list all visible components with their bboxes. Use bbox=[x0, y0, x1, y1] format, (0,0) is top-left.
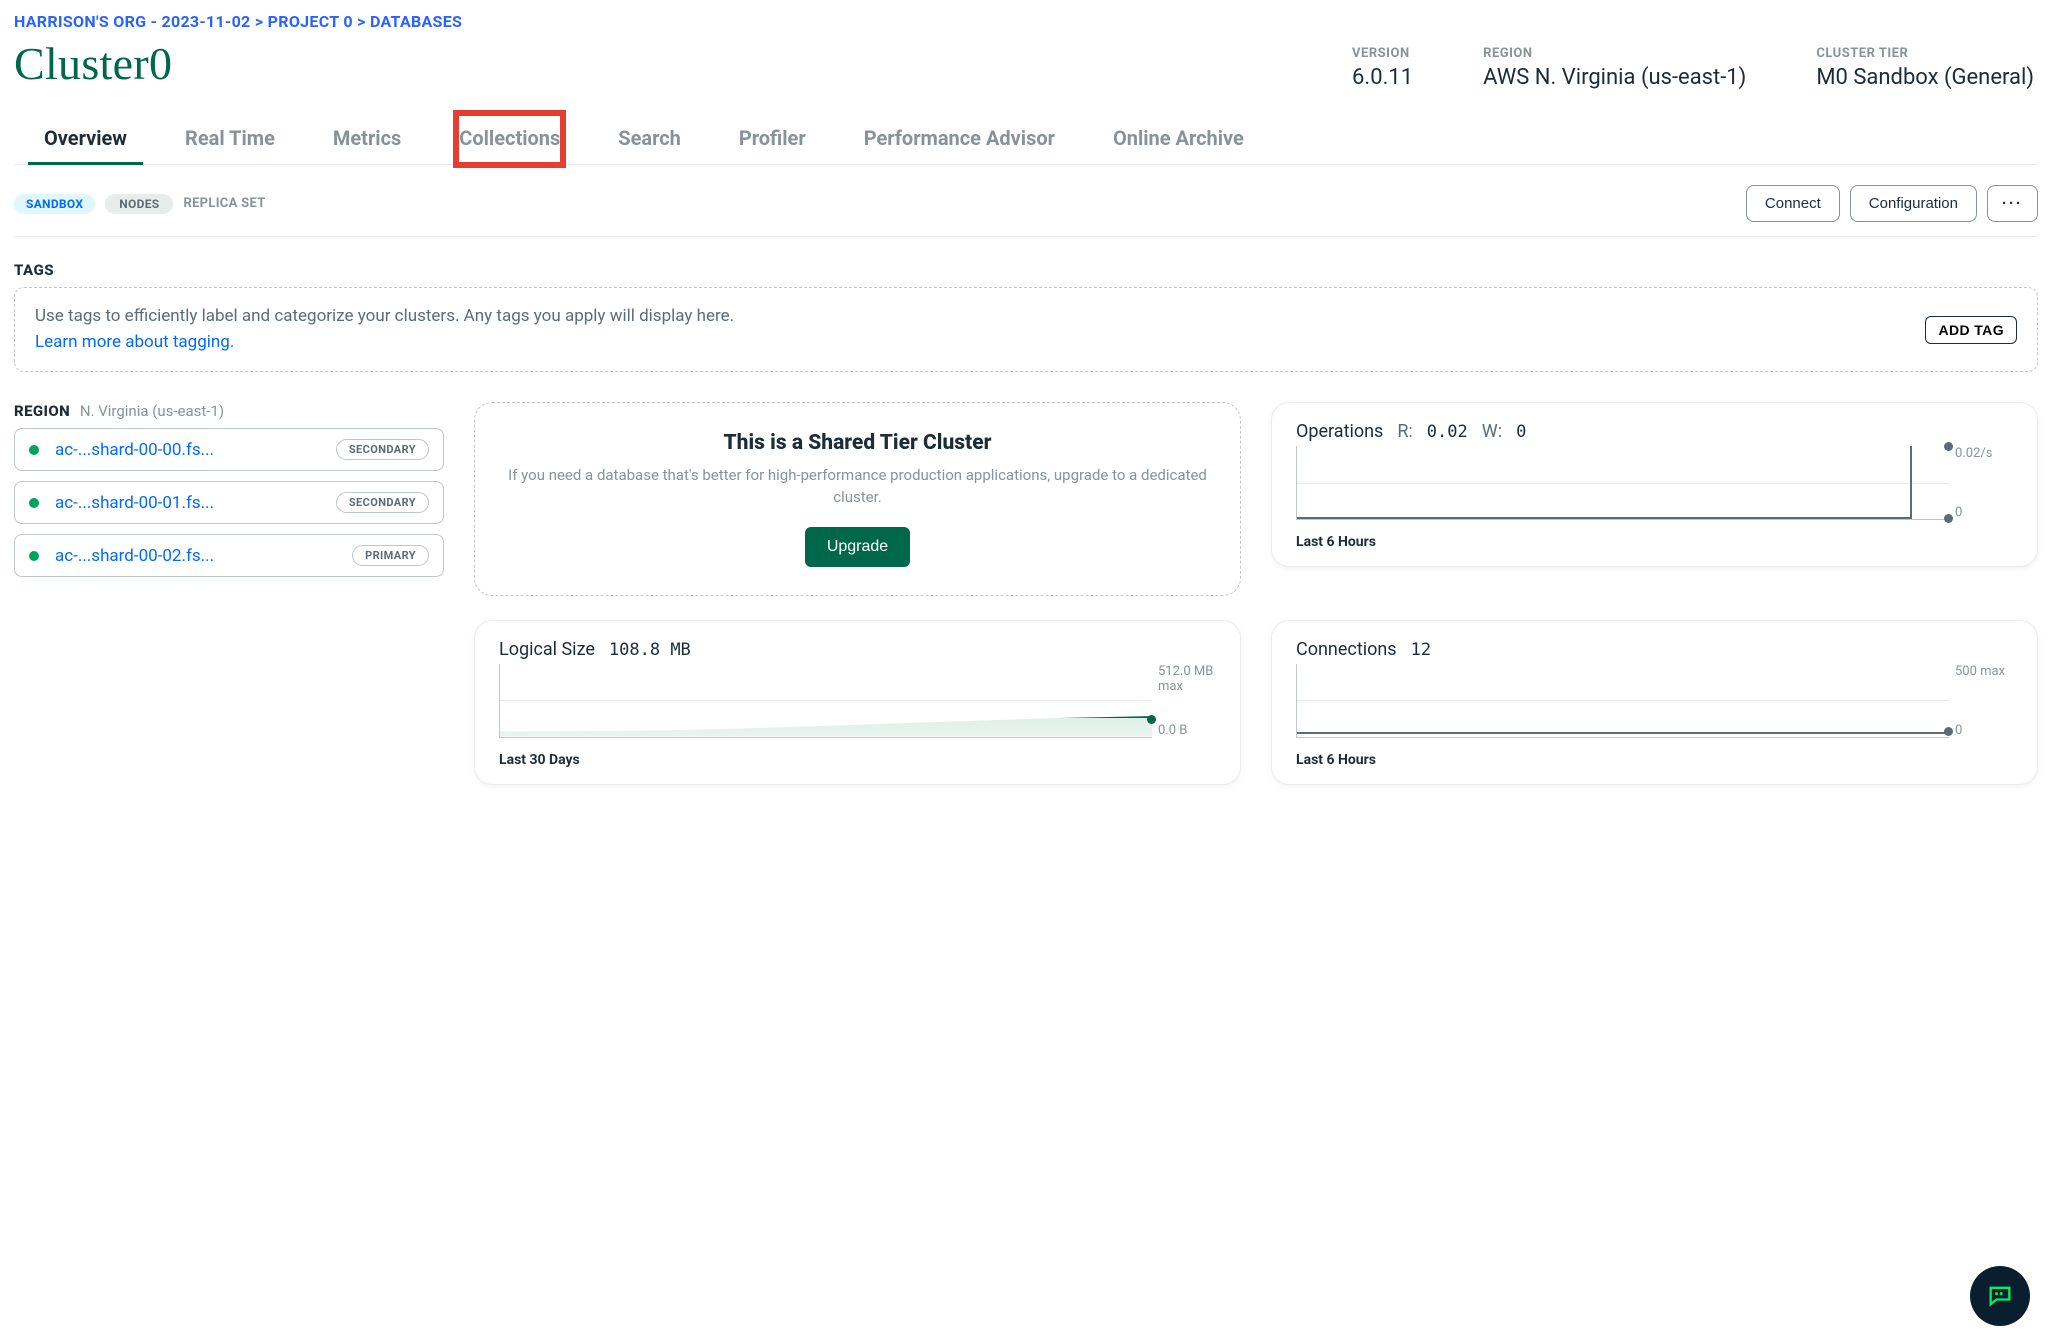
more-actions-button[interactable]: ··· bbox=[1987, 185, 2038, 222]
chart-title: Operations bbox=[1296, 421, 1383, 442]
node-name[interactable]: ac-...shard-00-00.fs... bbox=[55, 440, 214, 460]
cluster-meta: VERSION 6.0.11 REGION AWS N. Virginia (u… bbox=[1352, 46, 2038, 90]
breadcrumb-project[interactable]: PROJECT 0 bbox=[268, 12, 353, 31]
status-dot-icon bbox=[29, 551, 39, 561]
chart-title: Logical Size bbox=[499, 639, 595, 660]
breadcrumb-section[interactable]: DATABASES bbox=[370, 12, 462, 31]
replica-set-label: REPLICA SET bbox=[183, 196, 265, 211]
y-top: 512.0 MB max bbox=[1158, 664, 1216, 694]
tab-collections[interactable]: Collections bbox=[457, 114, 562, 164]
logical-size-chart[interactable]: Logical Size 108.8 MB 512.0 MB max 0.0 B… bbox=[474, 620, 1241, 785]
chart-range: Last 6 Hours bbox=[1296, 534, 2013, 550]
chart-range: Last 30 Days bbox=[499, 752, 1216, 768]
tags-box: Use tags to efficiently label and catego… bbox=[14, 287, 2038, 372]
tags-learn-more-link[interactable]: Learn more about tagging. bbox=[35, 332, 234, 352]
tab-metrics[interactable]: Metrics bbox=[331, 114, 403, 164]
version-label: VERSION bbox=[1352, 46, 1413, 61]
shared-tier-desc: If you need a database that's better for… bbox=[505, 465, 1210, 509]
chart-area bbox=[1296, 664, 1949, 738]
shared-tier-card: This is a Shared Tier Cluster If you nee… bbox=[474, 402, 1241, 596]
y-top: 0.02/s bbox=[1955, 446, 2013, 461]
add-tag-button[interactable]: ADD TAG bbox=[1925, 316, 2017, 344]
node-name[interactable]: ac-...shard-00-02.fs... bbox=[55, 546, 214, 566]
connect-button[interactable]: Connect bbox=[1746, 185, 1840, 222]
chart-title: Connections bbox=[1296, 639, 1397, 660]
breadcrumb[interactable]: HARRISON'S ORG - 2023-11-02 > PROJECT 0 … bbox=[14, 12, 2038, 31]
badge-sandbox: SANDBOX bbox=[14, 194, 95, 214]
node-role: SECONDARY bbox=[336, 439, 429, 460]
shared-tier-title: This is a Shared Tier Cluster bbox=[505, 431, 1210, 455]
tab-search[interactable]: Search bbox=[616, 114, 683, 164]
status-dot-icon bbox=[29, 445, 39, 455]
status-dot-icon bbox=[29, 498, 39, 508]
tags-text: Use tags to efficiently label and catego… bbox=[35, 306, 734, 326]
configuration-button[interactable]: Configuration bbox=[1850, 185, 1977, 222]
region-label: REGION bbox=[1483, 46, 1746, 61]
y-bottom: 0 bbox=[1955, 505, 2013, 520]
connections-chart[interactable]: Connections 12 500 max 0 Last 6 Hours bbox=[1271, 620, 2038, 785]
chart-area bbox=[1296, 446, 1949, 520]
tab-advisor[interactable]: Performance Advisor bbox=[862, 114, 1057, 164]
tab-realtime[interactable]: Real Time bbox=[183, 114, 277, 164]
node-row[interactable]: ac-...shard-00-02.fs... PRIMARY bbox=[14, 534, 444, 577]
tier-label: CLUSTER TIER bbox=[1816, 46, 2034, 61]
upgrade-button[interactable]: Upgrade bbox=[805, 527, 910, 567]
breadcrumb-org[interactable]: HARRISON'S ORG - 2023-11-02 bbox=[14, 12, 251, 31]
tab-archive[interactable]: Online Archive bbox=[1111, 114, 1246, 164]
node-role: SECONDARY bbox=[336, 492, 429, 513]
operations-chart[interactable]: Operations R: 0.02 W: 0 0.02/s 0 bbox=[1271, 402, 2038, 567]
y-bottom: 0.0 B bbox=[1158, 723, 1216, 738]
chat-fab[interactable] bbox=[1970, 1266, 2030, 1326]
y-top: 500 max bbox=[1955, 664, 2013, 679]
node-role: PRIMARY bbox=[352, 545, 429, 566]
chart-range: Last 6 Hours bbox=[1296, 752, 2013, 768]
version-value: 6.0.11 bbox=[1352, 65, 1413, 90]
tier-value: M0 Sandbox (General) bbox=[1816, 65, 2034, 90]
node-row[interactable]: ac-...shard-00-01.fs... SECONDARY bbox=[14, 481, 444, 524]
tab-overview[interactable]: Overview bbox=[42, 114, 129, 164]
cluster-title: Cluster0 bbox=[14, 37, 172, 90]
badge-nodes[interactable]: NODES bbox=[105, 194, 173, 214]
tab-profiler[interactable]: Profiler bbox=[737, 114, 808, 164]
chat-icon bbox=[1986, 1282, 2014, 1310]
region-header: REGION N. Virginia (us-east-1) bbox=[14, 402, 444, 420]
tags-title: TAGS bbox=[14, 261, 2038, 279]
chart-area bbox=[499, 664, 1152, 738]
tabs: Overview Real Time Metrics Collections S… bbox=[14, 114, 2038, 165]
region-value: AWS N. Virginia (us-east-1) bbox=[1483, 65, 1746, 90]
node-row[interactable]: ac-...shard-00-00.fs... SECONDARY bbox=[14, 428, 444, 471]
y-bottom: 0 bbox=[1955, 723, 2013, 738]
node-name[interactable]: ac-...shard-00-01.fs... bbox=[55, 493, 214, 513]
divider bbox=[14, 236, 2038, 237]
